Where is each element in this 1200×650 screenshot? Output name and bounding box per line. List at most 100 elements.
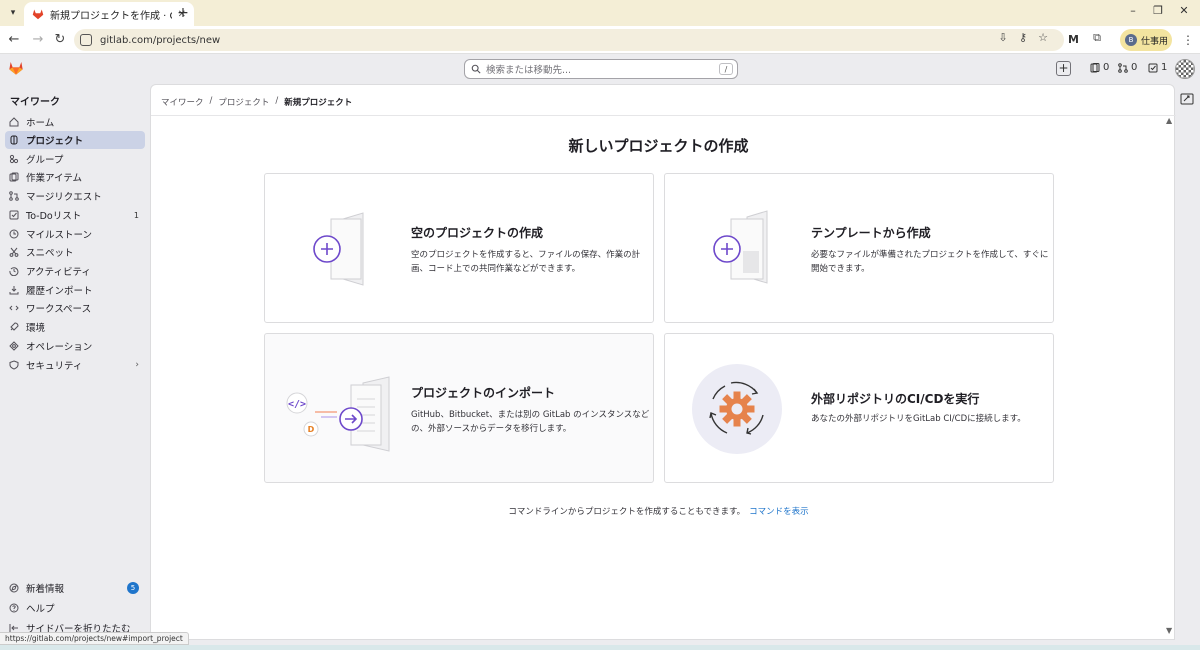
user-avatar[interactable] — [1175, 59, 1195, 79]
history-icon — [9, 267, 19, 276]
whats-new-badge: 5 — [127, 582, 139, 594]
tab-title: 新規プロジェクトを作成 · GitLab — [50, 10, 172, 22]
minimize-icon[interactable]: – — [1125, 4, 1141, 17]
sidebar-item-operations[interactable]: オペレーション — [5, 337, 145, 355]
site-info-icon[interactable] — [80, 34, 92, 46]
browser-menu-icon[interactable]: ⋮ — [1182, 33, 1194, 47]
ci-cd-external-repo-card[interactable]: 外部リポジトリのCI/CDを実行 あなたの外部リポジトリをGitLab CI/C… — [664, 333, 1054, 483]
sidebar-item-label: ホーム — [26, 118, 55, 129]
sidebar-item-label: スニペット — [26, 248, 74, 259]
group-icon — [9, 154, 19, 164]
issues-button[interactable]: 0 — [1090, 62, 1109, 73]
sidebar-item-merge-requests[interactable]: マージリクエスト — [5, 187, 145, 205]
sidebar-item-import-history[interactable]: 履歴インポート — [5, 281, 145, 299]
extension-m-icon[interactable]: M — [1068, 33, 1079, 46]
maximize-icon[interactable]: ❐ — [1150, 4, 1166, 17]
window-close-icon[interactable]: ✕ — [1176, 4, 1192, 17]
card-description: 必要なファイルが準備されたプロジェクトを作成して、すぐに開始できます。 — [811, 250, 1049, 274]
issues-icon — [1090, 62, 1100, 72]
blank-project-illustration-icon — [313, 212, 364, 286]
profile-avatar: B — [1125, 34, 1137, 46]
forward-arrow-icon[interactable]: → — [30, 32, 46, 48]
reload-icon[interactable]: ↻ — [52, 32, 68, 48]
breadcrumb-item-current[interactable]: 新規プロジェクト — [284, 96, 352, 108]
new-tab-plus-icon[interactable]: + — [174, 4, 192, 22]
mr-count: 0 — [1131, 62, 1138, 73]
browser-tab-active[interactable]: 新規プロジェクトを作成 · GitLab ✕ — [24, 2, 194, 26]
duo-chat-icon[interactable] — [1180, 92, 1194, 106]
back-arrow-icon[interactable]: ← — [6, 32, 22, 48]
sidebar-item-milestones[interactable]: マイルストーン — [5, 225, 145, 243]
scissors-icon — [9, 247, 19, 257]
todo-check-icon — [1148, 63, 1158, 72]
svg-text:D: D — [308, 425, 315, 434]
sidebar-item-workspaces[interactable]: ワークスペース — [5, 299, 145, 317]
sidebar-item-home[interactable]: ホーム — [5, 113, 145, 131]
project-icon — [10, 135, 18, 145]
sidebar-item-activity[interactable]: アクティビティ — [5, 262, 145, 280]
gitlab-favicon-icon — [32, 9, 44, 20]
browser-address-bar: ← → ↻ gitlab.com/projects/new ⇩ ⚷ ☆ M ⧉ … — [0, 26, 1200, 54]
url-bar[interactable]: gitlab.com/projects/new — [74, 29, 1064, 51]
sidebar-item-label: 環境 — [26, 323, 46, 334]
breadcrumb-item-projects[interactable]: プロジェクト — [218, 96, 269, 108]
profile-button[interactable]: B 仕事用 — [1120, 29, 1172, 51]
sidebar-item-snippets[interactable]: スニペット — [5, 243, 145, 261]
clock-icon — [9, 229, 19, 239]
card-title: テンプレートから作成 — [811, 226, 931, 240]
sidebar-item-help[interactable]: ヘルプ — [5, 599, 145, 617]
gitlab-logo-icon[interactable] — [8, 60, 24, 76]
sidebar-item-label: ヘルプ — [26, 604, 55, 615]
search-placeholder: 検索または移動先... — [486, 65, 572, 76]
link-status-url: https://gitlab.com/projects/new#import_p… — [0, 632, 189, 645]
todo-button[interactable]: 1 — [1148, 62, 1167, 73]
tab-search-chevron-icon[interactable]: ▾ — [4, 4, 22, 22]
search-icon — [471, 64, 481, 74]
install-app-icon[interactable]: ⇩ — [996, 31, 1010, 45]
create-blank-project-card[interactable]: 空のプロジェクトの作成 空のプロジェクトを作成すると、ファイルの保存、作業の計画… — [264, 173, 654, 323]
question-icon — [9, 603, 19, 613]
sidebar-item-label: 新着情報 — [26, 584, 65, 595]
password-key-icon[interactable]: ⚷ — [1016, 31, 1030, 45]
search-input[interactable]: 検索または移動先... / — [464, 59, 738, 79]
extensions-puzzle-icon[interactable]: ⧉ — [1090, 31, 1104, 45]
sidebar: マイワーク ホーム プロジェクト グループ 作業アイテム マージリクエスト To… — [0, 84, 150, 650]
card-title: 空のプロジェクトの作成 — [411, 226, 544, 240]
sidebar-item-label: 履歴インポート — [26, 286, 93, 297]
sidebar-title: マイワーク — [10, 97, 60, 108]
sidebar-item-whats-new[interactable]: 新着情報 5 — [5, 579, 145, 597]
profile-label: 仕事用 — [1141, 36, 1169, 47]
card-title: 外部リポジトリのCI/CDを実行 — [811, 392, 980, 406]
sidebar-item-environments[interactable]: 環境 — [5, 318, 145, 336]
rocket-icon — [10, 322, 19, 331]
sidebar-item-label: プロジェクト — [26, 136, 84, 147]
sidebar-item-todo[interactable]: To-Doリスト 1 — [5, 206, 145, 224]
breadcrumb-divider — [151, 115, 1176, 116]
chevron-right-icon: › — [135, 360, 139, 370]
card-description: GitHub、Bitbucket、または別の GitLab のインスタンスなどの… — [411, 410, 650, 434]
sidebar-item-security[interactable]: セキュリティ › — [5, 356, 145, 374]
merge-requests-button[interactable]: 0 — [1118, 62, 1137, 73]
merge-request-icon — [1118, 62, 1128, 73]
todo-check-icon — [9, 210, 19, 220]
gitlab-top-bar: 検索または移動先... / + 0 0 1 — [0, 54, 1200, 84]
sidebar-item-groups[interactable]: グループ — [5, 150, 145, 168]
sidebar-item-label: To-Doリスト — [26, 211, 82, 222]
sidebar-item-work-items[interactable]: 作業アイテム — [5, 168, 145, 186]
shield-icon — [9, 360, 19, 370]
sidebar-item-projects[interactable]: プロジェクト — [5, 131, 145, 149]
show-command-link[interactable]: コマンドを表示 — [749, 507, 809, 517]
create-new-button[interactable]: + — [1056, 61, 1071, 76]
scroll-up-arrow-icon[interactable]: ▲ — [1166, 116, 1172, 125]
sidebar-item-label: セキュリティ — [26, 361, 83, 372]
workspace-icon — [9, 305, 19, 311]
create-from-template-card[interactable]: テンプレートから作成 必要なファイルが準備されたプロジェクトを作成して、すぐに開… — [664, 173, 1054, 323]
import-project-card[interactable]: </> D プロジェクトのインポート GitHub、Bitbucket、または別… — [264, 333, 654, 483]
breadcrumb-separator: / — [209, 96, 213, 106]
breadcrumb-item-my-work[interactable]: マイワーク — [161, 96, 204, 108]
compass-icon — [9, 583, 19, 593]
scroll-down-arrow-icon[interactable]: ▼ — [1166, 626, 1172, 635]
bookmark-star-icon[interactable]: ☆ — [1036, 31, 1050, 45]
work-items-icon — [9, 172, 19, 182]
card-description: あなたの外部リポジトリをGitLab CI/CDに接続します。 — [811, 414, 1026, 424]
